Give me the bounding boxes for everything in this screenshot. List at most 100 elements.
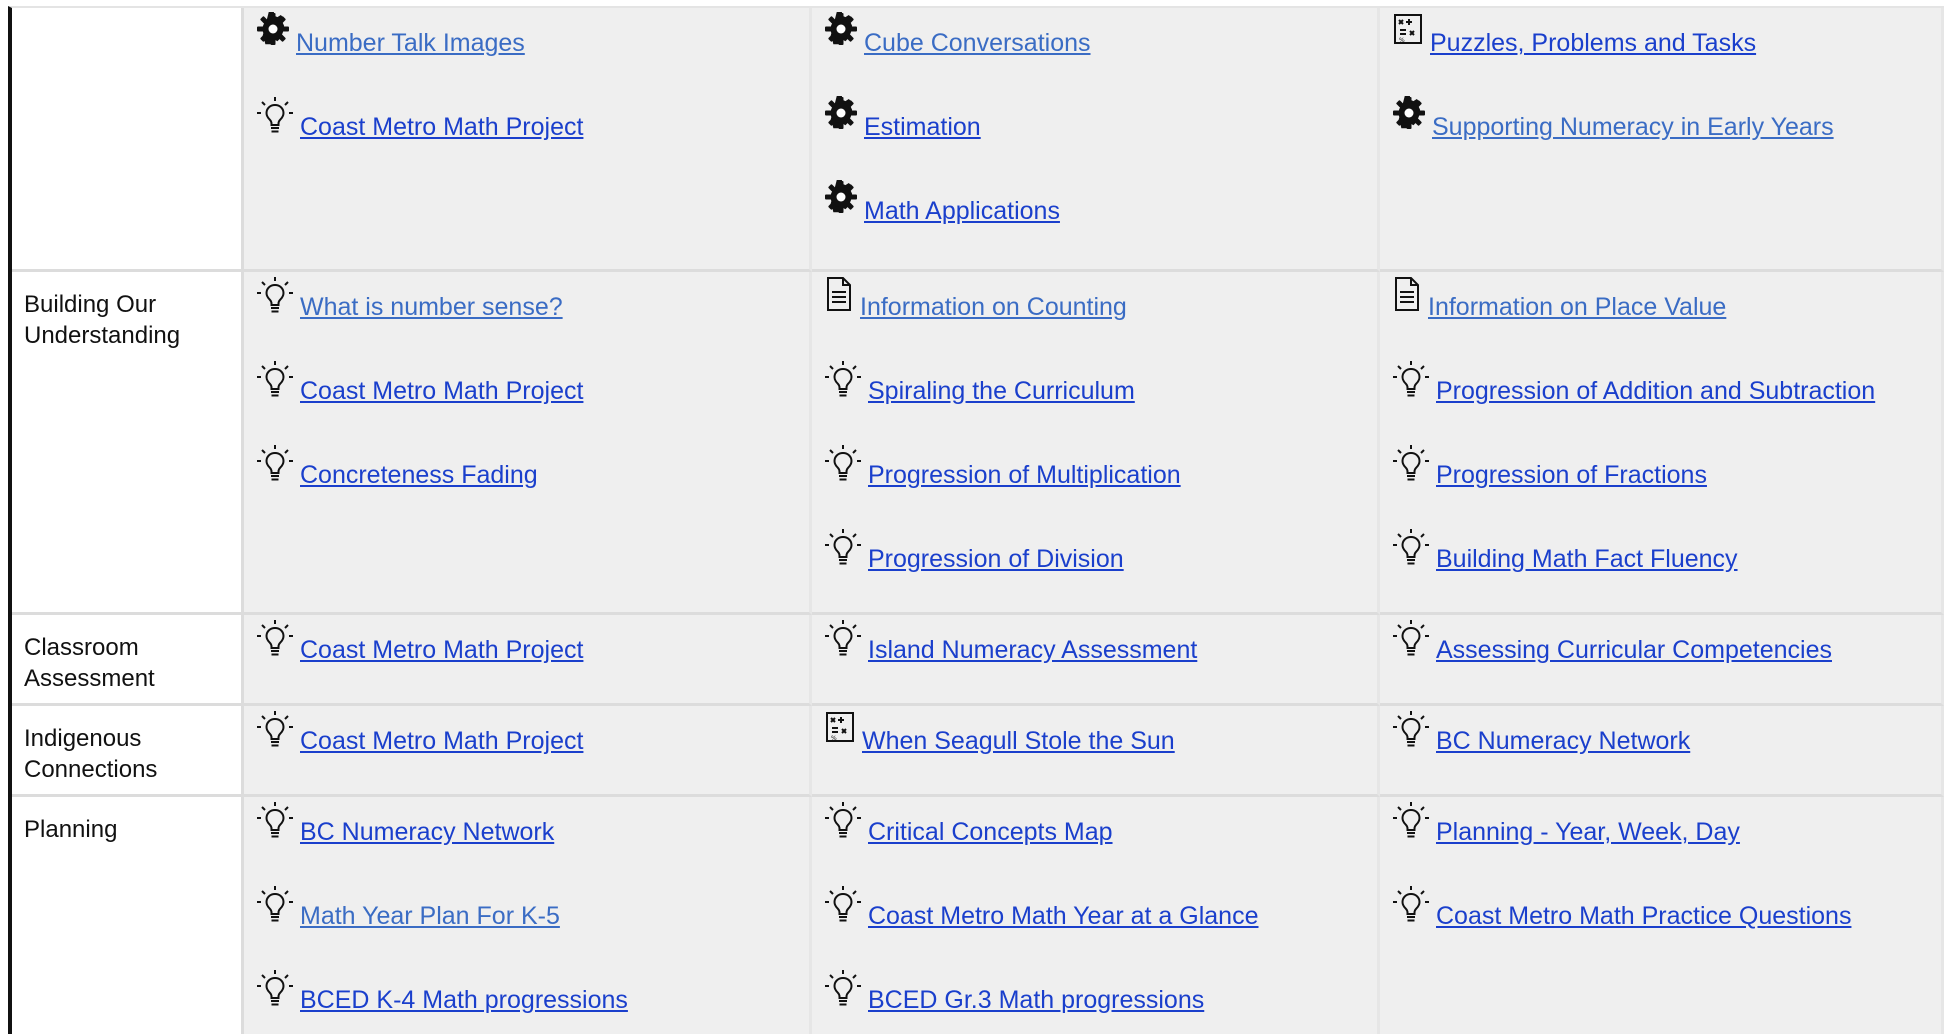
lightbulb-icon (1392, 619, 1430, 661)
resource-link[interactable]: Island Numeracy Assessment (868, 635, 1197, 665)
lightbulb-icon (824, 969, 862, 1011)
resource-link[interactable]: Coast Metro Math Year at a Glance (868, 901, 1259, 931)
document-icon-graphic (1395, 277, 1419, 311)
resource-item: Progression of Division (824, 528, 1367, 612)
resource-link[interactable]: Information on Place Value (1428, 292, 1726, 322)
resource-link[interactable]: Coast Metro Math Practice Questions (1436, 901, 1851, 931)
resource-cell: % Puzzles, Problems and Tasks Supporting N… (1380, 8, 1944, 272)
svg-text:%: % (1399, 37, 1405, 44)
resource-link[interactable]: BC Numeracy Network (1436, 726, 1690, 756)
resource-link[interactable]: Planning - Year, Week, Day (1436, 817, 1740, 847)
lightbulb-icon (824, 444, 862, 486)
resource-item: Critical Concepts Map (824, 801, 1367, 885)
resource-item: Information on Counting (824, 276, 1367, 360)
svg-text:%: % (831, 735, 837, 742)
table-row: Planning BC Numeracy Network Math Year Pla… (12, 797, 1944, 1034)
puzzle-icon: % (824, 710, 856, 744)
lightbulb-icon-graphic (257, 886, 293, 922)
resource-item: BCED K-4 Math progressions (256, 969, 799, 1034)
resource-item: Coast Metro Math Project (256, 710, 799, 794)
lightbulb-icon-graphic (257, 97, 293, 133)
lightbulb-icon-graphic (257, 361, 293, 397)
resource-item: % When Seagull Stole the Sun (824, 710, 1367, 794)
resource-link[interactable]: Critical Concepts Map (868, 817, 1113, 847)
resource-link[interactable]: When Seagull Stole the Sun (862, 726, 1175, 756)
gear-icon (824, 180, 858, 214)
resource-cell: Island Numeracy Assessment (812, 615, 1380, 706)
resource-table-body: Number Talk Images Coast Metro Math Proje… (12, 8, 1944, 1034)
puzzle-icon: % (1392, 12, 1424, 46)
resource-link[interactable]: Math Applications (864, 196, 1060, 226)
lightbulb-icon-graphic (1393, 361, 1429, 397)
resource-link[interactable]: Progression of Multiplication (868, 460, 1181, 490)
resource-link[interactable]: Coast Metro Math Project (300, 726, 583, 756)
lightbulb-icon-graphic (825, 445, 861, 481)
lightbulb-icon-graphic (1393, 886, 1429, 922)
lightbulb-icon (824, 619, 862, 661)
lightbulb-icon-graphic (825, 361, 861, 397)
resource-link[interactable]: Assessing Curricular Competencies (1436, 635, 1832, 665)
resource-item: Concreteness Fading (256, 444, 799, 528)
row-label: Building Our Understanding (12, 272, 244, 615)
row-label: Indigenous Connections (12, 706, 244, 797)
resource-link[interactable]: BC Numeracy Network (300, 817, 554, 847)
lightbulb-icon-graphic (825, 970, 861, 1006)
resource-item: % Puzzles, Problems and Tasks (1392, 12, 1931, 96)
resource-link[interactable]: Estimation (864, 112, 981, 142)
resource-cell: Information on Counting Spiraling the Cur… (812, 272, 1380, 615)
resource-link[interactable]: Number Talk Images (296, 28, 525, 58)
resource-cell: Number Talk Images Coast Metro Math Proje… (244, 8, 812, 272)
resource-item: What is number sense? (256, 276, 799, 360)
gear-icon-graphic (257, 12, 289, 45)
resource-cell: Planning - Year, Week, Day Coast Metro Ma… (1380, 797, 1944, 1034)
gear-icon (256, 12, 290, 46)
lightbulb-icon (1392, 710, 1430, 752)
resource-item: Coast Metro Math Project (256, 619, 799, 703)
resource-item: Number Talk Images (256, 12, 799, 96)
resource-link[interactable]: BCED Gr.3 Math progressions (868, 985, 1204, 1015)
lightbulb-icon (256, 969, 294, 1011)
lightbulb-icon (1392, 360, 1430, 402)
resource-link[interactable]: Coast Metro Math Project (300, 635, 583, 665)
resource-link[interactable]: Coast Metro Math Project (300, 376, 583, 406)
resource-cell: BC Numeracy Network (1380, 706, 1944, 797)
resource-link[interactable]: Building Math Fact Fluency (1436, 544, 1738, 574)
resource-item: Cube Conversations (824, 12, 1367, 96)
resource-link[interactable]: Information on Counting (860, 292, 1127, 322)
resource-item: Progression of Multiplication (824, 444, 1367, 528)
puzzle-icon-graphic: % (1394, 14, 1422, 44)
lightbulb-icon (256, 710, 294, 752)
resource-link[interactable]: Spiraling the Curriculum (868, 376, 1135, 406)
lightbulb-icon (256, 619, 294, 661)
table-row: Classroom Assessment Coast Metro Math Pro… (12, 615, 1944, 706)
lightbulb-icon-graphic (825, 620, 861, 656)
document-icon (824, 276, 854, 312)
resource-link[interactable]: Puzzles, Problems and Tasks (1430, 28, 1756, 58)
resource-item: Supporting Numeracy in Early Years (1392, 96, 1931, 180)
resource-link[interactable]: Progression of Addition and Subtraction (1436, 376, 1875, 406)
resource-item: Estimation (824, 96, 1367, 180)
resource-link[interactable]: Cube Conversations (864, 28, 1091, 58)
resource-item: BC Numeracy Network (256, 801, 799, 885)
resource-link[interactable]: BCED K-4 Math progressions (300, 985, 628, 1015)
resource-item: Information on Place Value (1392, 276, 1931, 360)
resource-link[interactable]: Coast Metro Math Project (300, 112, 583, 142)
resource-link[interactable]: Progression of Division (868, 544, 1124, 574)
lightbulb-icon (824, 360, 862, 402)
resource-link[interactable]: What is number sense? (300, 292, 563, 322)
lightbulb-icon-graphic (1393, 711, 1429, 747)
table-row: Indigenous Connections Coast Metro Math P… (12, 706, 1944, 797)
resource-link[interactable]: Math Year Plan For K-5 (300, 901, 560, 931)
lightbulb-icon (824, 528, 862, 570)
resource-item: Island Numeracy Assessment (824, 619, 1367, 703)
lightbulb-icon-graphic (257, 620, 293, 656)
resource-link[interactable]: Supporting Numeracy in Early Years (1432, 112, 1834, 142)
resource-item: Coast Metro Math Year at a Glance (824, 885, 1367, 969)
lightbulb-icon (824, 885, 862, 927)
resource-link[interactable]: Concreteness Fading (300, 460, 538, 490)
lightbulb-icon-graphic (257, 445, 293, 481)
resource-link[interactable]: Progression of Fractions (1436, 460, 1707, 490)
resource-table-frame: Number Talk Images Coast Metro Math Proje… (8, 6, 1944, 1034)
resource-item: Math Applications (824, 180, 1367, 264)
lightbulb-icon (256, 801, 294, 843)
